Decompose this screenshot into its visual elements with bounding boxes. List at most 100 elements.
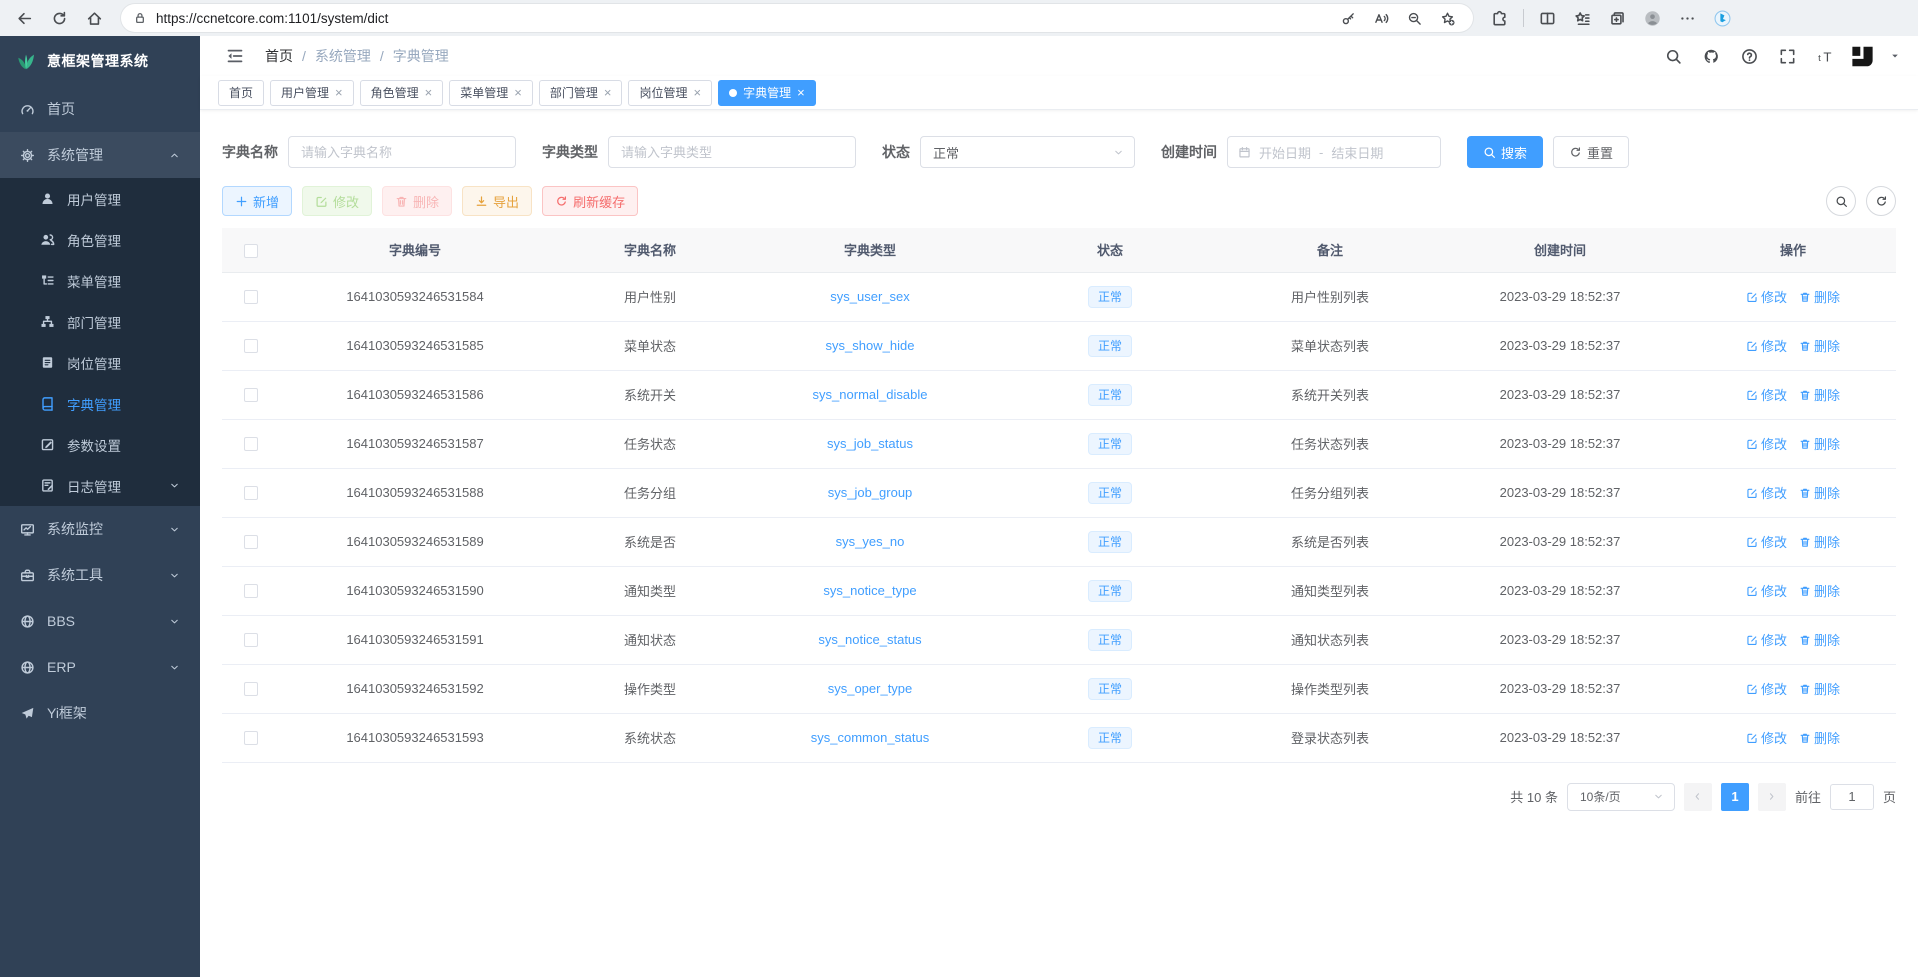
github-icon[interactable] <box>1701 46 1721 66</box>
sidebar-item-dept-management[interactable]: 部门管理 <box>0 301 200 342</box>
dict-type-input[interactable] <box>608 136 856 168</box>
search-button[interactable]: 搜索 <box>1467 136 1543 168</box>
user-avatar-logo[interactable] <box>1849 43 1876 70</box>
sidebar-item-role-management[interactable]: 角色管理 <box>0 219 200 260</box>
tab-close-icon[interactable]: × <box>604 86 612 99</box>
dict-type-link[interactable]: sys_job_group <box>828 485 913 500</box>
row-checkbox[interactable] <box>244 339 258 353</box>
add-favorite-icon[interactable] <box>1434 6 1461 31</box>
delete-row-button[interactable]: 删除 <box>1799 630 1840 649</box>
edit-row-button[interactable]: 修改 <box>1746 287 1787 306</box>
edit-row-button[interactable]: 修改 <box>1746 483 1787 502</box>
delete-row-button[interactable]: 删除 <box>1799 434 1840 453</box>
tab-dict-mgmt[interactable]: 字典管理× <box>718 80 816 106</box>
edit-row-button[interactable]: 修改 <box>1746 385 1787 404</box>
sidebar-item-param-settings[interactable]: 参数设置 <box>0 424 200 465</box>
dict-type-link[interactable]: sys_yes_no <box>836 534 905 549</box>
refresh-icon[interactable] <box>43 3 76 33</box>
sidebar-item-system-management[interactable]: 系统管理 <box>0 132 200 178</box>
read-aloud-icon[interactable] <box>1368 6 1395 31</box>
sidebar-item-dict-management[interactable]: 字典管理 <box>0 383 200 424</box>
split-screen-icon[interactable] <box>1531 3 1564 33</box>
sidebar-item-yi-framework[interactable]: Yi框架 <box>0 690 200 736</box>
delete-row-button[interactable]: 删除 <box>1799 385 1840 404</box>
dict-name-input[interactable] <box>288 136 516 168</box>
sidebar-item-bbs[interactable]: BBS <box>0 598 200 644</box>
delete-row-button[interactable]: 删除 <box>1799 336 1840 355</box>
row-checkbox[interactable] <box>244 633 258 647</box>
delete-row-button[interactable]: 删除 <box>1799 581 1840 600</box>
back-icon[interactable] <box>8 3 41 33</box>
tab-dept-mgmt[interactable]: 部门管理× <box>539 80 623 106</box>
edit-row-button[interactable]: 修改 <box>1746 679 1787 698</box>
sidebar-item-system-monitor[interactable]: 系统监控 <box>0 506 200 552</box>
select-all-checkbox[interactable] <box>244 244 258 258</box>
breadcrumb-item[interactable]: 系统管理 <box>315 46 371 66</box>
help-icon[interactable] <box>1739 46 1759 66</box>
date-range-picker[interactable]: 开始日期 - 结束日期 <box>1227 136 1441 168</box>
tab-post-mgmt[interactable]: 岗位管理× <box>628 80 712 106</box>
status-select[interactable]: 正常 <box>920 136 1135 168</box>
fullscreen-icon[interactable] <box>1777 46 1797 66</box>
home-icon[interactable] <box>78 3 111 33</box>
sidebar-item-user-management[interactable]: 用户管理 <box>0 178 200 219</box>
extensions-icon[interactable] <box>1483 3 1516 33</box>
dict-type-link[interactable]: sys_common_status <box>811 730 930 745</box>
sidebar-item-home[interactable]: 首页 <box>0 86 200 132</box>
delete-button[interactable]: 删除 <box>382 186 452 216</box>
row-checkbox[interactable] <box>244 388 258 402</box>
edit-row-button[interactable]: 修改 <box>1746 630 1787 649</box>
collections-icon[interactable] <box>1601 3 1634 33</box>
refresh-table-button[interactable] <box>1866 186 1896 216</box>
reset-button[interactable]: 重置 <box>1553 136 1629 168</box>
more-icon[interactable] <box>1671 3 1704 33</box>
sidebar-item-system-tools[interactable]: 系统工具 <box>0 552 200 598</box>
row-checkbox[interactable] <box>244 437 258 451</box>
avatar-caret-icon[interactable] <box>1890 51 1900 61</box>
search-icon[interactable] <box>1663 46 1683 66</box>
page-number-button[interactable]: 1 <box>1721 783 1749 811</box>
favorites-icon[interactable] <box>1566 3 1599 33</box>
edit-row-button[interactable]: 修改 <box>1746 728 1787 747</box>
edit-button[interactable]: 修改 <box>302 186 372 216</box>
row-checkbox[interactable] <box>244 290 258 304</box>
breadcrumb-item[interactable]: 首页 <box>265 46 293 66</box>
delete-row-button[interactable]: 删除 <box>1799 287 1840 306</box>
url-bar[interactable]: https://ccnetcore.com:1101/system/dict <box>121 4 1473 32</box>
sidebar-toggle-icon[interactable] <box>218 41 251 71</box>
refresh-cache-button[interactable]: 刷新缓存 <box>542 186 638 216</box>
tab-close-icon[interactable]: × <box>797 86 805 99</box>
delete-row-button[interactable]: 删除 <box>1799 532 1840 551</box>
sidebar-item-post-management[interactable]: 岗位管理 <box>0 342 200 383</box>
prev-page-button[interactable] <box>1684 783 1712 811</box>
delete-row-button[interactable]: 删除 <box>1799 728 1840 747</box>
edit-row-button[interactable]: 修改 <box>1746 336 1787 355</box>
tab-close-icon[interactable]: × <box>693 86 701 99</box>
add-button[interactable]: 新增 <box>222 186 292 216</box>
export-button[interactable]: 导出 <box>462 186 532 216</box>
dict-type-link[interactable]: sys_oper_type <box>828 681 913 696</box>
dict-type-link[interactable]: sys_normal_disable <box>813 387 928 402</box>
dict-type-link[interactable]: sys_show_hide <box>826 338 915 353</box>
next-page-button[interactable] <box>1758 783 1786 811</box>
bing-chat-icon[interactable] <box>1706 3 1739 33</box>
edit-row-button[interactable]: 修改 <box>1746 581 1787 600</box>
dict-type-link[interactable]: sys_job_status <box>827 436 913 451</box>
zoom-out-icon[interactable] <box>1401 6 1428 31</box>
sidebar-item-menu-management[interactable]: 菜单管理 <box>0 260 200 301</box>
goto-page-input[interactable] <box>1830 784 1874 810</box>
row-checkbox[interactable] <box>244 731 258 745</box>
delete-row-button[interactable]: 删除 <box>1799 679 1840 698</box>
edit-row-button[interactable]: 修改 <box>1746 532 1787 551</box>
row-checkbox[interactable] <box>244 535 258 549</box>
sidebar-item-log-management[interactable]: 日志管理 <box>0 465 200 506</box>
tab-close-icon[interactable]: × <box>335 86 343 99</box>
dict-type-link[interactable]: sys_user_sex <box>830 289 909 304</box>
key-icon[interactable] <box>1335 6 1362 31</box>
page-size-select[interactable]: 10条/页 <box>1567 783 1675 811</box>
tab-role-mgmt[interactable]: 角色管理× <box>360 80 444 106</box>
edit-row-button[interactable]: 修改 <box>1746 434 1787 453</box>
tab-home[interactable]: 首页 <box>218 80 264 106</box>
profile-avatar-icon[interactable] <box>1636 3 1669 33</box>
tab-close-icon[interactable]: × <box>514 86 522 99</box>
